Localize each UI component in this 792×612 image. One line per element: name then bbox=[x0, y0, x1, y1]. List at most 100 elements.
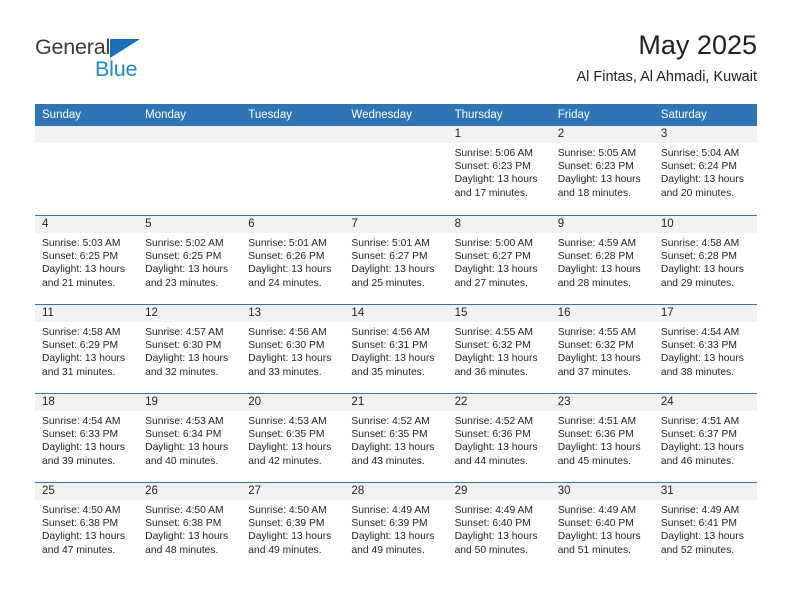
calendar-day-cell[interactable]: 13 Sunrise: 4:56 AM Sunset: 6:30 PM Dayligh… bbox=[241, 305, 345, 393]
calendar-page: General Blue May 2025 Al Fintas, Al Ahma… bbox=[0, 0, 792, 612]
calendar-day-cell[interactable]: 21 Sunrise: 4:52 AM Sunset: 6:35 PM Dayligh… bbox=[344, 394, 448, 482]
weekday-header-row: Sunday Monday Tuesday Wednesday Thursday Frid… bbox=[35, 104, 757, 126]
calendar-day-cell[interactable]: 31 Sunrise: 4:49 AM Sunset: 6:41 PM Dayligh… bbox=[653, 483, 757, 571]
day-number-band: 9 bbox=[550, 216, 654, 233]
day-number-band bbox=[241, 126, 345, 143]
day-number: 14 bbox=[351, 307, 365, 319]
day-number-band: 14 bbox=[344, 305, 448, 322]
daylight-text: Daylight: 13 hours and 33 minutes. bbox=[248, 353, 332, 378]
day-number-band: 1 bbox=[447, 126, 551, 143]
day-sun-info: Sunrise: 4:49 AM Sunset: 6:39 PM Daylight:… bbox=[344, 500, 447, 557]
calendar-day-cell[interactable]: 16 Sunrise: 4:55 AM Sunset: 6:32 PM Dayligh… bbox=[550, 305, 654, 393]
sunrise-text: Sunrise: 5:01 AM bbox=[351, 238, 430, 249]
daylight-text: Daylight: 13 hours and 21 minutes. bbox=[42, 264, 125, 289]
calendar-day-cell[interactable]: 25 Sunrise: 4:50 AM Sunset: 6:38 PM Dayligh… bbox=[35, 483, 139, 571]
calendar-day-cell[interactable]: 12 Sunrise: 4:57 AM Sunset: 6:30 PM Dayligh… bbox=[138, 305, 242, 393]
logo-text-general: General bbox=[35, 35, 111, 59]
calendar-day-cell[interactable]: 28 Sunrise: 4:49 AM Sunset: 6:39 PM Dayligh… bbox=[344, 483, 448, 571]
calendar-day-cell-empty bbox=[138, 126, 242, 215]
calendar-day-cell[interactable]: 5 Sunrise: 5:02 AM Sunset: 6:25 PM Daylight… bbox=[138, 216, 242, 304]
day-number: 9 bbox=[557, 218, 565, 230]
daylight-text: Daylight: 13 hours and 37 minutes. bbox=[557, 353, 641, 378]
calendar-day-cell[interactable]: 23 Sunrise: 4:51 AM Sunset: 6:36 PM Dayligh… bbox=[550, 394, 654, 482]
day-number: 2 bbox=[557, 128, 565, 140]
day-number-band: 12 bbox=[138, 305, 242, 322]
daylight-text: Daylight: 13 hours and 40 minutes. bbox=[145, 442, 229, 467]
day-sun-info: Sunrise: 5:06 AM Sunset: 6:23 PM Daylight:… bbox=[448, 143, 551, 200]
daylight-text: Daylight: 13 hours and 42 minutes. bbox=[248, 442, 332, 467]
sunrise-text: Sunrise: 4:56 AM bbox=[351, 327, 430, 338]
calendar-day-cell[interactable]: 7 Sunrise: 5:01 AM Sunset: 6:27 PM Daylight… bbox=[344, 216, 448, 304]
day-number-band: 24 bbox=[653, 394, 757, 411]
day-number: 13 bbox=[248, 307, 262, 319]
calendar-day-cell[interactable]: 27 Sunrise: 4:50 AM Sunset: 6:39 PM Dayligh… bbox=[241, 483, 345, 571]
calendar-day-cell[interactable]: 4 Sunrise: 5:03 AM Sunset: 6:25 PM Daylight… bbox=[35, 216, 139, 304]
calendar-day-cell[interactable]: 19 Sunrise: 4:53 AM Sunset: 6:34 PM Dayligh… bbox=[138, 394, 242, 482]
sunset-text: Sunset: 6:35 PM bbox=[248, 429, 325, 441]
weekday-header-thursday: Thursday bbox=[454, 109, 503, 121]
calendar-day-cell[interactable]: 6 Sunrise: 5:01 AM Sunset: 6:26 PM Daylight… bbox=[241, 216, 345, 304]
weekday-header-tuesday: Tuesday bbox=[248, 109, 292, 121]
calendar-grid: Sunday Monday Tuesday Wednesday Thursday Frid… bbox=[35, 104, 757, 571]
calendar-day-cell[interactable]: 8 Sunrise: 5:00 AM Sunset: 6:27 PM Daylight… bbox=[447, 216, 551, 304]
sunrise-text: Sunrise: 5:05 AM bbox=[557, 148, 637, 159]
day-number: 25 bbox=[42, 485, 55, 497]
calendar-day-cell[interactable]: 26 Sunrise: 4:50 AM Sunset: 6:38 PM Dayligh… bbox=[138, 483, 242, 571]
sunrise-text: Sunrise: 4:55 AM bbox=[454, 327, 533, 338]
daylight-text: Daylight: 13 hours and 49 minutes. bbox=[248, 531, 332, 556]
calendar-day-cell-empty bbox=[241, 126, 345, 215]
calendar-day-cell[interactable]: 1 Sunrise: 5:06 AM Sunset: 6:23 PM Daylight… bbox=[447, 126, 551, 215]
sunset-text: Sunset: 6:40 PM bbox=[557, 518, 634, 530]
daylight-text: Daylight: 13 hours and 45 minutes. bbox=[557, 442, 641, 467]
daylight-text: Daylight: 13 hours and 35 minutes. bbox=[351, 353, 435, 378]
calendar-day-cell[interactable]: 11 Sunrise: 4:58 AM Sunset: 6:29 PM Dayligh… bbox=[35, 305, 139, 393]
day-sun-info: Sunrise: 5:01 AM Sunset: 6:26 PM Daylight:… bbox=[241, 233, 344, 290]
calendar-day-cell[interactable]: 24 Sunrise: 4:51 AM Sunset: 6:37 PM Dayligh… bbox=[653, 394, 757, 482]
day-sun-info: Sunrise: 4:50 AM Sunset: 6:39 PM Daylight:… bbox=[241, 500, 344, 557]
sunrise-text: Sunrise: 4:53 AM bbox=[248, 416, 327, 427]
calendar-day-cell[interactable]: 3 Sunrise: 5:04 AM Sunset: 6:24 PM Daylight… bbox=[653, 126, 757, 215]
sunrise-text: Sunrise: 4:49 AM bbox=[454, 505, 533, 516]
daylight-text: Daylight: 13 hours and 29 minutes. bbox=[660, 264, 744, 289]
calendar-day-cell[interactable]: 20 Sunrise: 4:53 AM Sunset: 6:35 PM Dayligh… bbox=[241, 394, 345, 482]
calendar-day-cell[interactable]: 22 Sunrise: 4:52 AM Sunset: 6:36 PM Dayligh… bbox=[447, 394, 551, 482]
day-number-band: 16 bbox=[550, 305, 654, 322]
calendar-day-cell[interactable]: 9 Sunrise: 4:59 AM Sunset: 6:28 PM Daylight… bbox=[550, 216, 654, 304]
sunrise-text: Sunrise: 5:02 AM bbox=[145, 238, 224, 249]
day-sun-info: Sunrise: 4:53 AM Sunset: 6:34 PM Daylight:… bbox=[138, 411, 241, 468]
sunset-text: Sunset: 6:23 PM bbox=[557, 161, 634, 173]
day-number: 22 bbox=[454, 396, 468, 408]
sunset-text: Sunset: 6:35 PM bbox=[351, 429, 428, 441]
calendar-day-cell[interactable]: 30 Sunrise: 4:49 AM Sunset: 6:40 PM Dayligh… bbox=[550, 483, 654, 571]
calendar-day-cell[interactable]: 14 Sunrise: 4:56 AM Sunset: 6:31 PM Dayligh… bbox=[344, 305, 448, 393]
calendar-day-cell[interactable]: 15 Sunrise: 4:55 AM Sunset: 6:32 PM Dayligh… bbox=[447, 305, 551, 393]
sunrise-text: Sunrise: 4:56 AM bbox=[248, 327, 327, 338]
day-sun-info: Sunrise: 4:49 AM Sunset: 6:40 PM Daylight:… bbox=[448, 500, 551, 557]
sunrise-text: Sunrise: 4:50 AM bbox=[145, 505, 224, 516]
daylight-text: Daylight: 13 hours and 18 minutes. bbox=[557, 174, 641, 199]
day-sun-info: Sunrise: 4:49 AM Sunset: 6:40 PM Daylight:… bbox=[551, 500, 654, 557]
day-number: 6 bbox=[248, 218, 255, 230]
sunrise-text: Sunrise: 4:49 AM bbox=[660, 505, 740, 516]
calendar-week-row: 4 Sunrise: 5:03 AM Sunset: 6:25 PM Daylight… bbox=[35, 215, 757, 304]
calendar-day-cell[interactable]: 29 Sunrise: 4:49 AM Sunset: 6:40 PM Dayligh… bbox=[447, 483, 551, 571]
day-sun-info: Sunrise: 5:01 AM Sunset: 6:27 PM Daylight:… bbox=[344, 233, 447, 290]
day-number-band: 5 bbox=[138, 216, 242, 233]
day-number-band: 19 bbox=[138, 394, 242, 411]
sunset-text: Sunset: 6:25 PM bbox=[42, 251, 119, 263]
calendar-day-cell[interactable]: 10 Sunrise: 4:58 AM Sunset: 6:28 PM Dayligh… bbox=[653, 216, 757, 304]
calendar-day-cell[interactable]: 2 Sunrise: 5:05 AM Sunset: 6:23 PM Daylight… bbox=[550, 126, 654, 215]
day-number: 5 bbox=[145, 218, 152, 230]
day-number-band: 15 bbox=[447, 305, 551, 322]
calendar-day-cell[interactable]: 18 Sunrise: 4:54 AM Sunset: 6:33 PM Dayligh… bbox=[35, 394, 139, 482]
calendar-week-row: 25 Sunrise: 4:50 AM Sunset: 6:38 PM Dayligh… bbox=[35, 482, 757, 571]
day-number: 27 bbox=[248, 485, 262, 497]
day-number: 20 bbox=[248, 396, 262, 408]
calendar-day-cell[interactable]: 17 Sunrise: 4:54 AM Sunset: 6:33 PM Dayligh… bbox=[653, 305, 757, 393]
daylight-text: Daylight: 13 hours and 44 minutes. bbox=[454, 442, 538, 467]
sunset-text: Sunset: 6:28 PM bbox=[660, 251, 737, 263]
daylight-text: Daylight: 13 hours and 39 minutes. bbox=[42, 442, 125, 467]
generalblue-logo[interactable]: General Blue bbox=[35, 36, 235, 86]
day-number-band: 25 bbox=[35, 483, 139, 500]
day-number: 15 bbox=[454, 307, 468, 319]
